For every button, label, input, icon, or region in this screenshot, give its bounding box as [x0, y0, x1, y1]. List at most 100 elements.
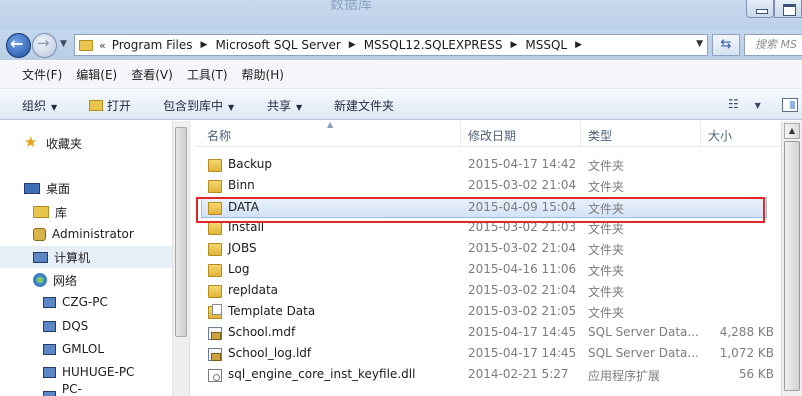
- scroll-up-button[interactable]: ▲: [784, 123, 800, 139]
- folder-icon: [208, 285, 222, 298]
- file-row[interactable]: JOBS 2015-03-02 21:04 文件夹: [195, 239, 781, 260]
- chevron-right-icon[interactable]: ▶: [510, 40, 517, 50]
- breadcrumb-sql-server[interactable]: Microsoft SQL Server: [215, 38, 340, 52]
- maximize-button[interactable]: [774, 0, 802, 18]
- scroll-thumb[interactable]: [784, 141, 800, 391]
- nav-host-label: GMLOL: [62, 342, 105, 356]
- minimize-button[interactable]: [746, 0, 774, 18]
- file-name: Install: [228, 220, 265, 234]
- computer-icon: [43, 320, 56, 332]
- nav-network-label: 网络: [53, 273, 78, 288]
- column-header-row: ▲ 名称 修改日期 类型 大小: [195, 120, 781, 147]
- forward-button[interactable]: [32, 33, 57, 58]
- navigation-pane: 收藏夹 桌面 库 Administrator 计算机 网络 CZG-PC DQS…: [0, 121, 172, 396]
- column-separator[interactable]: [460, 121, 461, 147]
- nav-libraries-label: 库: [55, 205, 68, 220]
- nav-favorites[interactable]: 收藏夹: [0, 132, 172, 154]
- nav-network[interactable]: 网络: [0, 269, 172, 291]
- view-options-button[interactable]: ☷ ▼: [728, 97, 761, 111]
- organize-button[interactable]: 组织 ▼: [22, 97, 57, 114]
- file-row[interactable]: Backup 2015-04-17 14:42 文件夹: [195, 155, 781, 176]
- column-type[interactable]: 类型: [588, 127, 612, 144]
- star-icon: [24, 133, 40, 151]
- menu-edit[interactable]: 编辑(E): [76, 66, 117, 83]
- nav-libraries[interactable]: 库: [0, 201, 172, 223]
- file-row[interactable]: sql_engine_core_inst_keyfile.dll 2014-02-…: [195, 365, 781, 386]
- nav-scrollbar[interactable]: [172, 121, 189, 396]
- address-bar[interactable]: « Program Files ▶ Microsoft SQL Server ▶…: [74, 34, 708, 56]
- include-in-library-button[interactable]: 包含到库中 ▼: [163, 97, 234, 114]
- preview-pane-button[interactable]: [782, 98, 798, 112]
- column-date[interactable]: 修改日期: [468, 127, 516, 144]
- file-date: 2014-02-21 5:27: [468, 367, 569, 381]
- nav-administrator[interactable]: Administrator: [0, 223, 172, 245]
- file-list: ▲ 名称 修改日期 类型 大小 Backup 2015-04-17 14:42 文件…: [195, 120, 781, 396]
- folder-icon: [208, 264, 222, 277]
- chevron-right-icon[interactable]: ▶: [201, 40, 208, 50]
- open-button[interactable]: 打开: [89, 97, 131, 114]
- file-type: 文件夹: [588, 264, 625, 278]
- recent-pages-dropdown[interactable]: ▼: [60, 39, 67, 49]
- file-row[interactable]: Log 2015-04-16 11:06 文件夹: [195, 260, 781, 281]
- nav-host[interactable]: DQS: [0, 315, 172, 337]
- breadcrumb-instance[interactable]: MSSQL12.SQLEXPRESS: [364, 38, 503, 52]
- menu-tools[interactable]: 工具(T): [187, 66, 228, 83]
- address-row: ▼ « Program Files ▶ Microsoft SQL Server…: [0, 30, 802, 60]
- menu-bar: 文件(F) 编辑(E) 查看(V) 工具(T) 帮助(H): [0, 61, 802, 89]
- computer-icon: [43, 390, 56, 396]
- column-size[interactable]: 大小: [708, 127, 732, 144]
- file-name: Backup: [228, 157, 272, 171]
- nav-host-label: DQS: [62, 319, 89, 333]
- file-row[interactable]: School_log.ldf 2015-04-17 14:45 SQL Server…: [195, 344, 781, 365]
- refresh-button[interactable]: ⇆: [712, 34, 740, 56]
- folder-icon: [208, 202, 222, 215]
- nav-desktop[interactable]: 桌面: [0, 177, 172, 199]
- file-type: SQL Server Data...: [588, 325, 699, 339]
- file-size: 1,072 KB: [719, 346, 774, 360]
- column-separator[interactable]: [700, 121, 701, 147]
- chevron-right-icon[interactable]: ▶: [349, 40, 356, 50]
- menu-help[interactable]: 帮助(H): [242, 66, 284, 83]
- file-name: Log: [228, 262, 250, 276]
- file-row[interactable]: Template Data 2015-03-02 21:05 文件夹: [195, 302, 781, 323]
- back-button[interactable]: [6, 33, 31, 58]
- file-row[interactable]: School.mdf 2015-04-17 14:45 SQL Server Dat…: [195, 323, 781, 344]
- file-date: 2015-04-17 14:45: [468, 325, 577, 339]
- library-icon: [33, 206, 49, 218]
- column-separator[interactable]: [580, 121, 581, 147]
- file-name: School.mdf: [228, 325, 296, 339]
- column-name[interactable]: 名称: [207, 127, 231, 144]
- nav-host[interactable]: GMLOL: [0, 338, 172, 360]
- new-folder-button[interactable]: 新建文件夹: [334, 97, 394, 114]
- file-type: 文件夹: [588, 243, 625, 257]
- file-date: 2015-04-17 14:45: [468, 346, 577, 360]
- chevron-down-icon: ▼: [228, 103, 235, 112]
- share-button[interactable]: 共享 ▼: [267, 97, 302, 114]
- nav-admin-label: Administrator: [52, 227, 134, 241]
- file-row[interactable]: repldata 2015-03-02 21:04 文件夹: [195, 281, 781, 302]
- nav-computer[interactable]: 计算机: [0, 246, 172, 268]
- breadcrumb-overflow-icon[interactable]: «: [99, 39, 106, 52]
- file-list-scrollbar[interactable]: ▲: [781, 121, 802, 396]
- breadcrumb-program-files[interactable]: Program Files: [112, 38, 193, 52]
- chevron-right-icon[interactable]: ▶: [575, 40, 582, 50]
- file-row[interactable]: Install 2015-03-02 21:03 文件夹: [195, 218, 781, 239]
- file-name: repldata: [228, 283, 279, 297]
- sort-ascending-icon: ▲: [327, 120, 334, 129]
- nav-scroll-thumb[interactable]: [175, 127, 187, 337]
- file-row[interactable]: Binn 2015-03-02 21:04 文件夹: [195, 176, 781, 197]
- menu-file[interactable]: 文件(F): [22, 66, 62, 83]
- chevron-down-icon[interactable]: ▼: [696, 39, 703, 49]
- nav-host-label: CZG-PC: [62, 295, 108, 309]
- include-label: 包含到库中: [163, 99, 224, 113]
- file-type: 文件夹: [588, 202, 625, 216]
- file-row[interactable]: DATA 2015-04-09 15:04 文件夹: [201, 197, 767, 218]
- nav-host[interactable]: PC-201210291327: [0, 382, 172, 396]
- nav-host[interactable]: CZG-PC: [0, 291, 172, 313]
- file-name: School_log.ldf: [228, 346, 312, 360]
- menu-view[interactable]: 查看(V): [131, 66, 173, 83]
- search-input[interactable]: 搜索 MS: [744, 34, 802, 56]
- breadcrumb-mssql[interactable]: MSSQL: [525, 38, 567, 52]
- file-date: 2015-03-02 21:04: [468, 283, 577, 297]
- nav-host[interactable]: HUHUGE-PC: [0, 361, 172, 383]
